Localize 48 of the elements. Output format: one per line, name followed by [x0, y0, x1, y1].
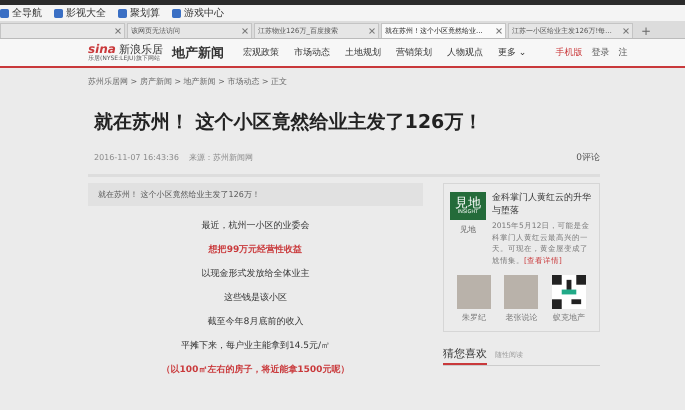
section-title: 地产新闻: [172, 44, 224, 62]
article-paragraph: （以100㎡左右的房子，将近能拿1500元呢）: [162, 363, 350, 376]
bookmark-link[interactable]: 全导航: [12, 6, 42, 20]
mobile-link[interactable]: 手机版: [555, 46, 582, 59]
close-icon[interactable]: [242, 28, 248, 34]
bookmark-link[interactable]: 聚划算: [130, 6, 160, 20]
bookmark-link[interactable]: 游戏中心: [184, 6, 224, 20]
bookmark-icon: [54, 8, 63, 18]
article-paragraph: 这些钱是该小区: [224, 292, 287, 304]
nav-link[interactable]: 宏观政策: [242, 46, 279, 59]
logo-brand: sina: [88, 43, 116, 55]
bookmark-link[interactable]: 影视大全: [66, 6, 106, 20]
new-tab-button[interactable]: +: [635, 24, 658, 38]
article-summary: 就在苏州！ 这个小区竟然给业主发了126万！: [88, 183, 423, 206]
register-link[interactable]: 注: [618, 46, 628, 59]
article-source: 来源：苏州新闻网: [188, 152, 253, 163]
photo-placeholder: [504, 274, 538, 309]
article-title: 就在苏州！ 这个小区竟然给业主发了126万！: [94, 110, 484, 135]
article-paragraph: 最近，杭州一小区的业委会: [201, 219, 310, 232]
nav-link[interactable]: 人物观点: [446, 46, 483, 59]
nav-link[interactable]: 市场动态: [294, 46, 330, 59]
close-icon[interactable]: [115, 28, 121, 34]
bookmark-icon: [172, 8, 181, 18]
login-link[interactable]: 登录: [591, 46, 610, 59]
close-icon[interactable]: [496, 28, 502, 34]
photo-placeholder: [456, 274, 491, 309]
comments-link[interactable]: 0评论: [576, 151, 600, 164]
thumb-caption[interactable]: 朱罗纪: [462, 312, 486, 323]
article-paragraph: 想把99万元经营性收益: [208, 243, 302, 256]
article-date: 2016-11-07 16:43:36: [94, 153, 179, 162]
logo-name: 新浪乐居: [118, 44, 163, 55]
close-icon[interactable]: [623, 28, 629, 34]
breadcrumb: 苏州乐居网 > 房产新闻 > 地产新闻 > 市场动态 > 正文: [88, 76, 288, 87]
nav-link[interactable]: 更多 ⌄: [498, 46, 526, 59]
nav-link[interactable]: 营销策划: [396, 46, 432, 59]
thumb-caption[interactable]: 蚁克地产: [553, 312, 586, 323]
close-icon[interactable]: [369, 28, 375, 34]
article-paragraph: 平摊下来，每户业主能拿到14.5元/㎡: [180, 340, 330, 352]
article-paragraph: 截至今年8月底前的收入: [208, 316, 304, 328]
nav-link[interactable]: 土地规划: [344, 46, 381, 59]
bookmark-icon: [118, 8, 127, 18]
recommend-tab[interactable]: 猜您喜欢: [442, 346, 487, 365]
article-paragraph: 以现金形式发放给全体业主: [201, 268, 310, 280]
bookmark-icon: [0, 8, 9, 18]
card-headline[interactable]: 金科掌门人黄红云的升华与堕落: [492, 192, 593, 218]
qr-code: [552, 274, 586, 309]
thumb-caption[interactable]: 老张说论: [505, 312, 538, 323]
logo-caption: 见地: [460, 224, 476, 235]
